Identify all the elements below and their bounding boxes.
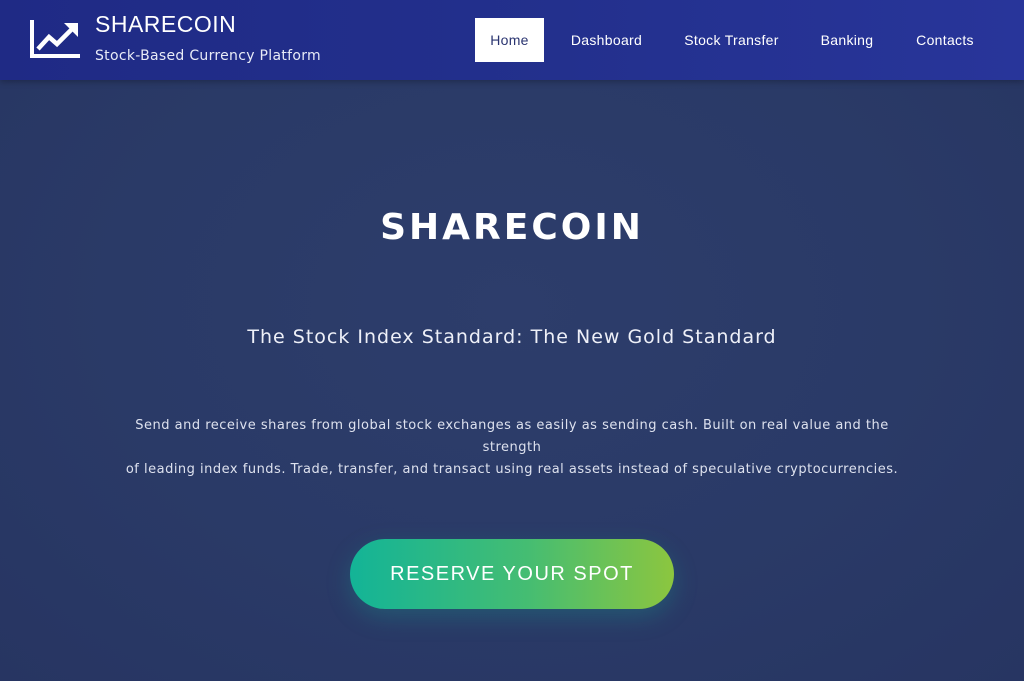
hero-title: SHARECOIN xyxy=(380,207,644,248)
nav-item-dashboard[interactable]: Dashboard xyxy=(544,18,669,62)
hero-description-line-2: of leading index funds. Trade, transfer,… xyxy=(125,462,899,477)
landing-page: SHARECOIN Stock-Based Currency Platform … xyxy=(0,0,1024,681)
trending-up-chart-icon[interactable] xyxy=(28,18,82,60)
hero-tagline: The Stock Index Standard: The New Gold S… xyxy=(247,326,777,348)
nav-item-stock-transfer[interactable]: Stock Transfer xyxy=(669,18,794,62)
top-navbar: SHARECOIN Stock-Based Currency Platform … xyxy=(0,0,1024,80)
hero-description: Send and receive shares from global stoc… xyxy=(108,415,916,481)
brand-subtitle: Stock-Based Currency Platform xyxy=(95,48,321,64)
nav-item-banking[interactable]: Banking xyxy=(794,18,900,62)
main-nav: Home Dashboard Stock Transfer Banking Co… xyxy=(475,18,990,62)
brand-title[interactable]: SHARECOIN xyxy=(95,11,236,38)
nav-item-home[interactable]: Home xyxy=(475,18,544,62)
hero-description-line-1: Send and receive shares from global stoc… xyxy=(135,418,889,455)
reserve-spot-button[interactable]: RESERVE YOUR SPOT xyxy=(350,539,674,609)
nav-item-contacts[interactable]: Contacts xyxy=(900,18,990,62)
